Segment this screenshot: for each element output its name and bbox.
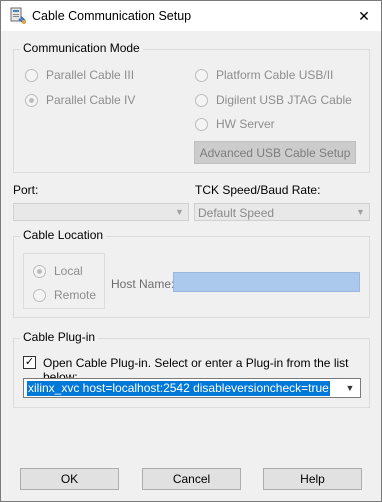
open-plugin-checkbox[interactable]: ✓ bbox=[23, 356, 36, 369]
radio-label: HW Server bbox=[216, 117, 275, 131]
host-name-field[interactable] bbox=[173, 272, 360, 292]
tck-speed-select[interactable]: Default Speed ▼ bbox=[194, 203, 370, 221]
host-name-label: Host Name: bbox=[111, 277, 175, 291]
radio-local[interactable]: Local bbox=[33, 264, 83, 278]
check-icon: ✓ bbox=[24, 356, 35, 368]
chevron-down-icon[interactable]: ▼ bbox=[342, 380, 358, 396]
radio-circle bbox=[195, 93, 208, 107]
ok-button[interactable]: OK bbox=[20, 468, 119, 490]
radio-label: Parallel Cable IV bbox=[46, 93, 136, 107]
radio-circle bbox=[33, 288, 46, 302]
radio-platform-cable-usb[interactable]: Platform Cable USB/II bbox=[195, 68, 333, 82]
communication-mode-legend: Communication Mode bbox=[20, 41, 143, 55]
window-title: Cable Communication Setup bbox=[32, 9, 192, 23]
help-button[interactable]: Help bbox=[263, 468, 362, 490]
plugin-value[interactable]: xilinx_xvc host=localhost:2542 disableve… bbox=[27, 381, 330, 396]
chevron-down-icon: ▼ bbox=[356, 207, 365, 217]
radio-label: Platform Cable USB/II bbox=[216, 68, 334, 82]
radio-digilent-usb-jtag[interactable]: Digilent USB JTAG Cable bbox=[195, 93, 352, 107]
cable-communication-setup-dialog: Cable Communication Setup ✕ Communicatio… bbox=[0, 0, 382, 502]
radio-circle bbox=[25, 68, 38, 82]
radio-hw-server[interactable]: HW Server bbox=[195, 117, 275, 131]
radio-circle bbox=[195, 68, 208, 82]
radio-label: Local bbox=[54, 264, 83, 278]
tck-speed-value: Default Speed bbox=[198, 206, 275, 220]
cable-location-legend: Cable Location bbox=[20, 228, 107, 242]
cable-plugin-legend: Cable Plug-in bbox=[20, 330, 99, 344]
radio-parallel-cable-iii[interactable]: Parallel Cable III bbox=[25, 68, 134, 82]
radio-label: Parallel Cable III bbox=[46, 68, 135, 82]
plugin-combo[interactable]: xilinx_xvc host=localhost:2542 disableve… bbox=[23, 378, 361, 398]
radio-circle-selected bbox=[33, 264, 46, 278]
chevron-down-icon: ▼ bbox=[175, 207, 184, 217]
port-label: Port: bbox=[13, 183, 39, 197]
advanced-usb-cable-setup-button[interactable]: Advanced USB Cable Setup bbox=[194, 141, 356, 164]
radio-remote[interactable]: Remote bbox=[33, 288, 96, 302]
radio-parallel-cable-iv[interactable]: Parallel Cable IV bbox=[25, 93, 135, 107]
radio-label: Remote bbox=[54, 288, 97, 302]
radio-circle-selected bbox=[25, 93, 38, 107]
radio-label: Digilent USB JTAG Cable bbox=[216, 93, 352, 107]
port-select[interactable]: ▼ bbox=[13, 203, 189, 221]
tck-speed-label: TCK Speed/Baud Rate: bbox=[195, 183, 321, 197]
radio-circle bbox=[195, 117, 208, 131]
close-icon[interactable]: ✕ bbox=[347, 1, 381, 31]
cable-app-icon bbox=[9, 7, 27, 25]
cancel-button[interactable]: Cancel bbox=[142, 468, 241, 490]
title-bar: Cable Communication Setup ✕ bbox=[1, 1, 381, 31]
